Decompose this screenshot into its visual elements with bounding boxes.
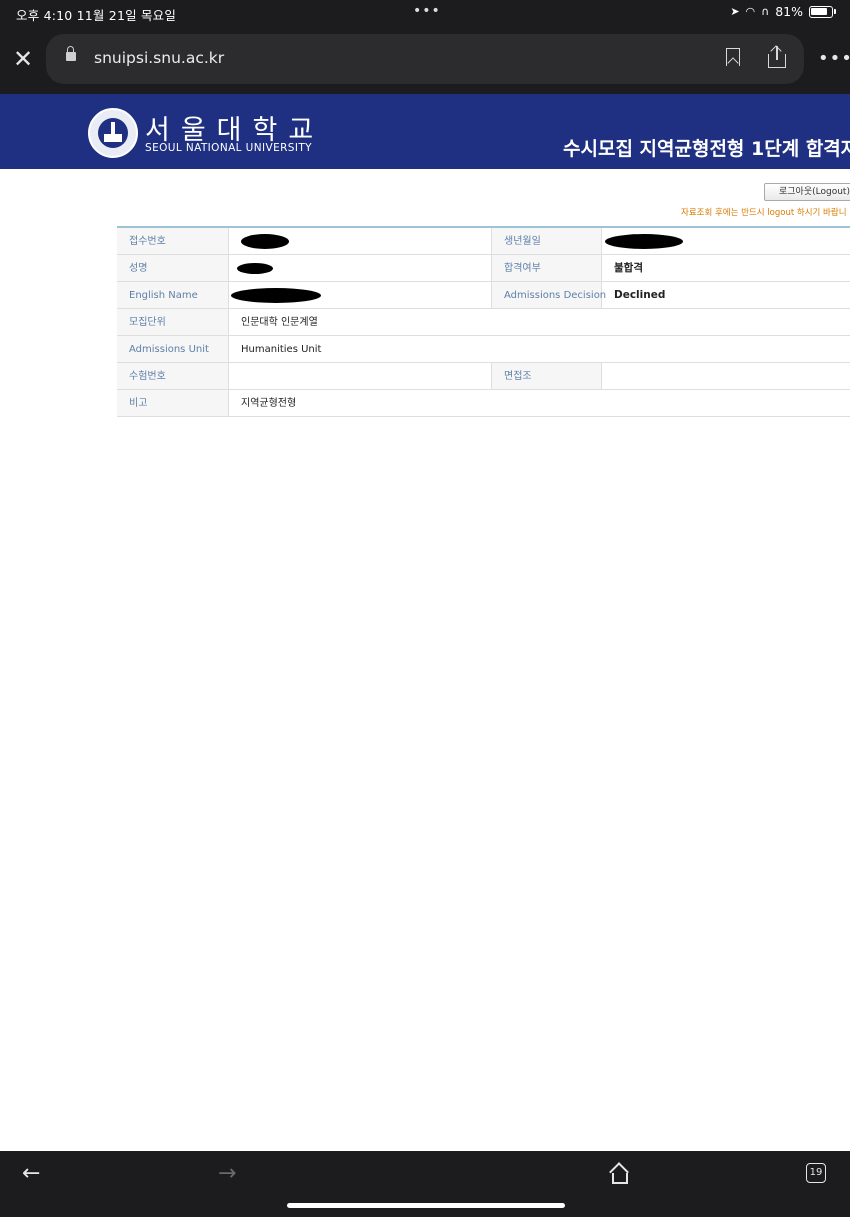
redaction-mark <box>231 288 321 303</box>
battery-percent: 81% <box>775 4 803 19</box>
name-value <box>229 255 491 281</box>
table-row: 성명 합격여부 불합격 <box>117 255 850 282</box>
unit-value: 인문대학 인문계열 <box>241 317 318 328</box>
home-icon[interactable] <box>609 1162 630 1184</box>
admissions-decision-value: Declined <box>614 289 666 301</box>
university-banner: 서울대학교 SEOUL NATIONAL UNIVERSITY 수시모집 지역균… <box>0 94 850 169</box>
redaction-mark <box>237 263 273 274</box>
name-label: 성명 <box>117 255 229 281</box>
battery-cap <box>834 9 836 14</box>
application-no-value <box>229 228 491 254</box>
wifi-icon: ◠ <box>745 5 756 18</box>
applicant-info-table: 접수번호 생년월일 성명 합격여부 불합격 English Name Admis… <box>117 226 850 417</box>
application-no-label: 접수번호 <box>117 228 229 254</box>
university-seal-logo <box>88 108 138 158</box>
redaction-mark <box>605 234 683 249</box>
table-row: 모집단위 인문대학 인문계열 <box>117 309 850 336</box>
more-icon[interactable]: ••• <box>818 48 850 69</box>
status-right: ➤ ◠ ∩ 81% <box>730 4 836 19</box>
birthdate-value <box>602 228 850 254</box>
tabs-icon[interactable]: 19 <box>806 1163 826 1183</box>
url-text[interactable]: snuipsi.snu.ac.kr <box>94 49 224 67</box>
headphones-icon: ∩ <box>761 5 770 18</box>
table-row: 접수번호 생년월일 <box>117 228 850 255</box>
table-row: English Name Admissions Decision Decline… <box>117 282 850 309</box>
remarks-label: 비고 <box>117 390 229 416</box>
status-time-date: 오후 4:10 11월 21일 목요일 <box>16 8 177 23</box>
exam-no-value <box>229 363 491 389</box>
english-name-value <box>229 282 491 308</box>
address-bar[interactable]: snuipsi.snu.ac.kr <box>46 34 804 84</box>
result-label: 합격여부 <box>491 255 602 281</box>
battery-icon <box>809 5 833 18</box>
logout-button[interactable]: 로그아웃(Logout) <box>764 183 850 201</box>
lock-icon <box>66 46 76 61</box>
status-bar: 오후 4:10 11월 21일 목요일 ••• ➤ ◠ ∩ 81% <box>0 0 850 26</box>
unit-label: 모집단위 <box>117 309 229 335</box>
exam-no-label: 수험번호 <box>117 363 229 389</box>
admissions-unit-value: Humanities Unit <box>241 344 322 355</box>
interview-group-value <box>602 363 850 389</box>
result-value: 불합격 <box>614 262 643 274</box>
remarks-value: 지역균형전형 <box>241 398 297 409</box>
share-icon[interactable] <box>768 45 786 68</box>
interview-group-label: 면접조 <box>491 363 602 389</box>
close-icon[interactable]: ✕ <box>12 47 34 71</box>
english-name-label: English Name <box>117 282 229 308</box>
page-title: 수시모집 지역균형전형 1단계 합격자 <box>563 138 850 160</box>
admissions-decision-label: Admissions Decision <box>491 282 606 308</box>
home-indicator[interactable] <box>287 1203 565 1208</box>
bookmark-icon[interactable] <box>726 48 740 66</box>
university-name-en: SEOUL NATIONAL UNIVERSITY <box>145 142 312 154</box>
table-row: 수험번호 면접조 <box>117 363 850 390</box>
multitasking-dots[interactable]: ••• <box>413 3 441 19</box>
table-row: Admissions Unit Humanities Unit <box>117 336 850 363</box>
admissions-unit-label: Admissions Unit <box>117 336 229 362</box>
back-arrow-icon[interactable]: ← <box>22 1161 40 1186</box>
birthdate-label: 생년월일 <box>491 228 602 254</box>
location-icon: ➤ <box>730 5 740 18</box>
forward-arrow-icon[interactable]: → <box>218 1161 236 1186</box>
table-row: 비고 지역균형전형 <box>117 390 850 417</box>
logout-notice: 자료조회 후에는 반드시 logout 하시기 바랍니 <box>681 208 847 218</box>
browser-toolbar: ✕ snuipsi.snu.ac.kr ••• <box>0 26 850 94</box>
redaction-mark <box>241 234 289 249</box>
